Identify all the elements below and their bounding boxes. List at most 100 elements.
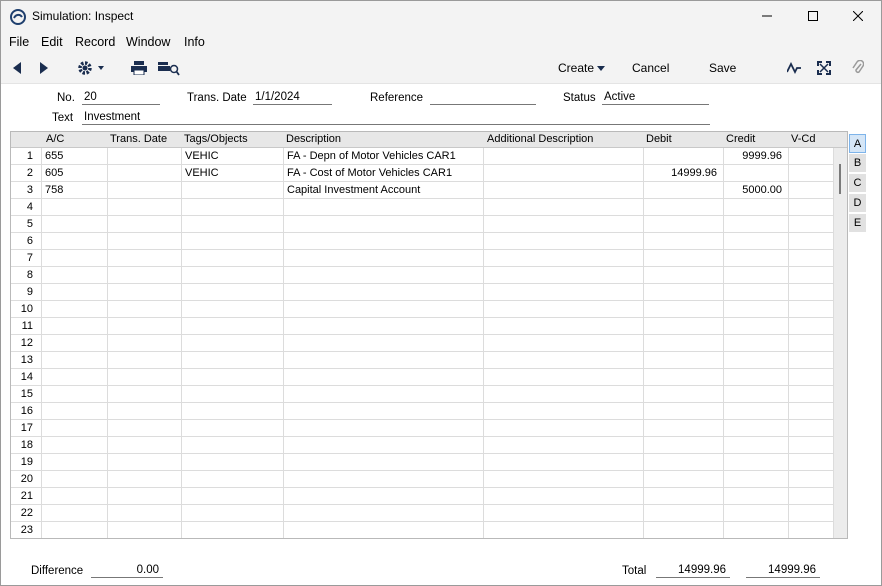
cell-tags[interactable] bbox=[182, 250, 284, 267]
create-button[interactable]: Create bbox=[558, 61, 594, 75]
cell-debit[interactable] bbox=[644, 505, 724, 522]
cell-debit[interactable] bbox=[644, 420, 724, 437]
cell-credit[interactable] bbox=[724, 403, 789, 420]
cell-trans-date[interactable] bbox=[108, 284, 182, 301]
cell-trans-date[interactable] bbox=[108, 267, 182, 284]
cell-tags[interactable] bbox=[182, 335, 284, 352]
cell-description[interactable]: FA - Depn of Motor Vehicles CAR1 bbox=[284, 148, 484, 165]
cell-debit[interactable] bbox=[644, 284, 724, 301]
cell-description[interactable] bbox=[284, 301, 484, 318]
cell-additional-description[interactable] bbox=[484, 148, 644, 165]
cell-ac[interactable] bbox=[42, 267, 108, 284]
expand-icon[interactable] bbox=[816, 59, 832, 77]
cell-ac[interactable] bbox=[42, 420, 108, 437]
side-tab-a[interactable]: A bbox=[849, 134, 866, 153]
cell-credit[interactable] bbox=[724, 233, 789, 250]
cell-additional-description[interactable] bbox=[484, 369, 644, 386]
cell-vcd[interactable] bbox=[789, 267, 834, 284]
cell-additional-description[interactable] bbox=[484, 522, 644, 538]
cell-additional-description[interactable] bbox=[484, 454, 644, 471]
side-tab-c[interactable]: C bbox=[849, 174, 866, 193]
cell-debit[interactable] bbox=[644, 233, 724, 250]
previous-record-icon[interactable] bbox=[10, 59, 24, 77]
cell-vcd[interactable] bbox=[789, 250, 834, 267]
maximize-button[interactable] bbox=[790, 1, 836, 32]
cell-credit[interactable] bbox=[724, 522, 789, 538]
cell-credit[interactable] bbox=[724, 199, 789, 216]
print-preview-icon[interactable] bbox=[158, 59, 180, 77]
cell-tags[interactable] bbox=[182, 216, 284, 233]
cell-credit[interactable] bbox=[724, 369, 789, 386]
cell-credit[interactable] bbox=[724, 488, 789, 505]
cell-tags[interactable] bbox=[182, 522, 284, 538]
cell-credit[interactable] bbox=[724, 301, 789, 318]
menu-record[interactable]: Record bbox=[75, 35, 115, 49]
cell-tags[interactable] bbox=[182, 471, 284, 488]
cell-debit[interactable] bbox=[644, 318, 724, 335]
cell-credit[interactable]: 9999.96 bbox=[724, 148, 789, 165]
cell-trans-date[interactable] bbox=[108, 250, 182, 267]
cell-vcd[interactable] bbox=[789, 165, 834, 182]
cell-description[interactable] bbox=[284, 233, 484, 250]
cell-vcd[interactable] bbox=[789, 148, 834, 165]
cell-additional-description[interactable] bbox=[484, 403, 644, 420]
cancel-button[interactable]: Cancel bbox=[632, 61, 669, 75]
cell-debit[interactable] bbox=[644, 522, 724, 538]
cell-ac[interactable] bbox=[42, 216, 108, 233]
cell-debit[interactable] bbox=[644, 335, 724, 352]
save-button[interactable]: Save bbox=[709, 61, 736, 75]
cell-trans-date[interactable] bbox=[108, 301, 182, 318]
cell-tags[interactable] bbox=[182, 301, 284, 318]
cell-additional-description[interactable] bbox=[484, 182, 644, 199]
cell-credit[interactable] bbox=[724, 284, 789, 301]
cell-ac[interactable] bbox=[42, 386, 108, 403]
cell-description[interactable] bbox=[284, 454, 484, 471]
cell-vcd[interactable] bbox=[789, 454, 834, 471]
cell-tags[interactable] bbox=[182, 352, 284, 369]
cell-trans-date[interactable] bbox=[108, 488, 182, 505]
cell-vcd[interactable] bbox=[789, 199, 834, 216]
cell-description[interactable] bbox=[284, 199, 484, 216]
cell-tags[interactable] bbox=[182, 505, 284, 522]
cell-trans-date[interactable] bbox=[108, 437, 182, 454]
cell-ac[interactable] bbox=[42, 199, 108, 216]
cell-additional-description[interactable] bbox=[484, 216, 644, 233]
cell-vcd[interactable] bbox=[789, 420, 834, 437]
cell-tags[interactable] bbox=[182, 386, 284, 403]
cell-additional-description[interactable] bbox=[484, 352, 644, 369]
cell-tags[interactable] bbox=[182, 267, 284, 284]
cell-vcd[interactable] bbox=[789, 403, 834, 420]
cell-trans-date[interactable] bbox=[108, 386, 182, 403]
cell-trans-date[interactable] bbox=[108, 182, 182, 199]
cell-trans-date[interactable] bbox=[108, 369, 182, 386]
cell-trans-date[interactable] bbox=[108, 471, 182, 488]
cell-ac[interactable] bbox=[42, 505, 108, 522]
vertical-scrollbar[interactable] bbox=[834, 148, 847, 538]
cell-vcd[interactable] bbox=[789, 522, 834, 538]
cell-tags[interactable] bbox=[182, 233, 284, 250]
cell-debit[interactable] bbox=[644, 437, 724, 454]
cell-ac[interactable] bbox=[42, 284, 108, 301]
cell-debit[interactable] bbox=[644, 216, 724, 233]
next-record-icon[interactable] bbox=[37, 59, 51, 77]
cell-credit[interactable] bbox=[724, 437, 789, 454]
cell-description[interactable] bbox=[284, 386, 484, 403]
cell-tags[interactable] bbox=[182, 403, 284, 420]
cell-additional-description[interactable] bbox=[484, 335, 644, 352]
cell-vcd[interactable] bbox=[789, 301, 834, 318]
cell-debit[interactable] bbox=[644, 182, 724, 199]
cell-additional-description[interactable] bbox=[484, 250, 644, 267]
paperclip-icon[interactable] bbox=[850, 59, 866, 77]
cell-trans-date[interactable] bbox=[108, 505, 182, 522]
minimize-button[interactable] bbox=[744, 1, 790, 32]
cell-ac[interactable]: 758 bbox=[42, 182, 108, 199]
cell-trans-date[interactable] bbox=[108, 165, 182, 182]
cell-trans-date[interactable] bbox=[108, 335, 182, 352]
cell-debit[interactable] bbox=[644, 403, 724, 420]
cell-vcd[interactable] bbox=[789, 352, 834, 369]
cell-vcd[interactable] bbox=[789, 488, 834, 505]
text-field[interactable]: Investment bbox=[82, 111, 710, 125]
cell-credit[interactable]: 5000.00 bbox=[724, 182, 789, 199]
trans-date-field[interactable]: 1/1/2024 bbox=[253, 91, 332, 105]
cell-ac[interactable] bbox=[42, 301, 108, 318]
